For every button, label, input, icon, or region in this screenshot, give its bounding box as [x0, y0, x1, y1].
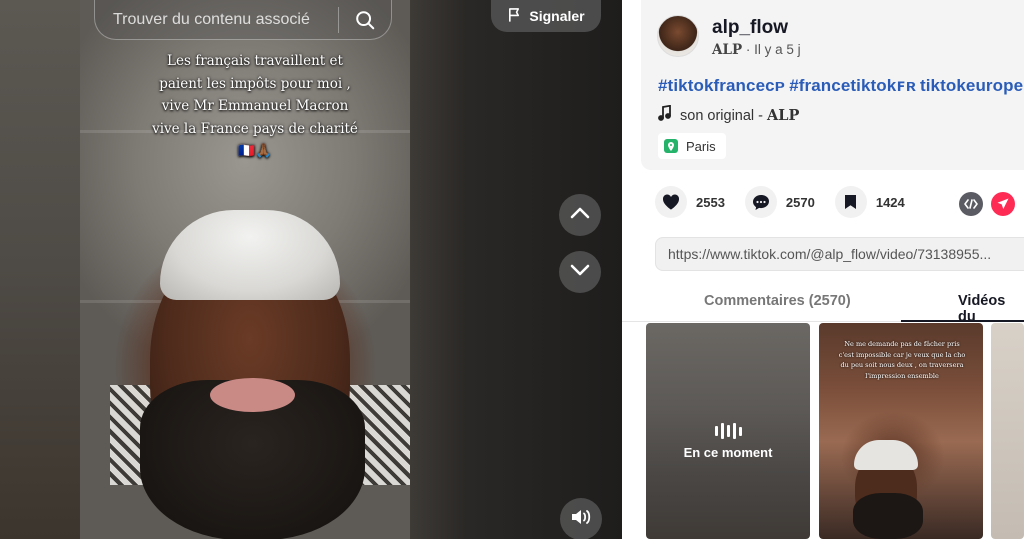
comment-button[interactable]: 2570: [744, 186, 815, 218]
report-button[interactable]: Signaler: [491, 0, 601, 32]
now-playing-overlay: En ce moment: [646, 423, 810, 460]
bookmark-icon: [834, 186, 867, 218]
chevron-down-icon: [570, 263, 590, 281]
active-tab-indicator: [901, 320, 1024, 322]
video-background-blur: [0, 0, 80, 539]
embed-icon[interactable]: [959, 192, 983, 216]
search-input[interactable]: Trouver du contenu associé: [95, 11, 338, 29]
next-video-button[interactable]: [559, 251, 601, 293]
thumbnail-beard: [853, 493, 923, 539]
action-bar: 2553 2570 1424: [655, 186, 925, 218]
like-button[interactable]: 2553: [655, 186, 725, 218]
comment-count: 2570: [785, 194, 815, 210]
music-note-icon: [658, 104, 672, 125]
location-name: Paris: [686, 138, 716, 154]
thumbnail-cap: [854, 440, 918, 470]
volume-button[interactable]: [560, 498, 602, 539]
thumbnail-caption: Ne me demande pas de fâcher pris c'est i…: [838, 340, 966, 380]
author-meta: ALP · Il y a 5 j: [712, 42, 801, 58]
video-hashtags: #tiktokfranceᴄᴘ #francetiktokꜰʀ tiktokeuro…: [658, 76, 1024, 96]
author-username[interactable]: alp_flow: [712, 17, 788, 39]
music-link[interactable]: son original - ALP: [658, 104, 800, 125]
hashtag-link[interactable]: #tiktokfranceᴄᴘ: [658, 76, 785, 95]
meta-separator: ·: [745, 42, 751, 57]
video-caption: Les français travaillent et paient les i…: [152, 53, 358, 159]
video-info-card: alp_flow ALP · Il y a 5 j #tiktokfranceᴄ…: [641, 0, 1024, 170]
music-artist: ALP: [767, 106, 800, 124]
related-video-thumbnail[interactable]: En ce moment: [646, 323, 810, 539]
avatar[interactable]: [657, 15, 699, 57]
related-video-thumbnail[interactable]: [991, 323, 1024, 539]
video-player[interactable]: Les français travaillent et paient les i…: [0, 0, 622, 539]
video-lips: [210, 378, 295, 412]
hashtag-link[interactable]: tiktokeurope: [920, 76, 1023, 95]
panel-tabs: Commentaires (2570) Vidéos du: [622, 282, 1024, 325]
author-nickname[interactable]: ALP: [712, 42, 742, 58]
location-chip[interactable]: Paris: [658, 133, 726, 159]
related-search-box[interactable]: Trouver du contenu associé: [94, 0, 392, 40]
video-details-panel: alp_flow ALP · Il y a 5 j #tiktokfranceᴄ…: [622, 0, 1024, 539]
send-icon[interactable]: [991, 192, 1015, 216]
hashtag-link[interactable]: #francetiktokꜰʀ: [789, 76, 916, 95]
favorite-count: 1424: [875, 194, 905, 210]
speaker-icon: [570, 508, 592, 531]
location-pin-icon: [664, 139, 678, 153]
equalizer-icon: [646, 423, 810, 439]
previous-video-button[interactable]: [559, 194, 601, 236]
search-icon[interactable]: [339, 9, 391, 31]
favorite-button[interactable]: 1424: [834, 186, 905, 218]
share-url-field[interactable]: https://www.tiktok.com/@alp_flow/video/7…: [655, 237, 1024, 271]
heart-icon: [655, 186, 687, 218]
tab-comments[interactable]: Commentaires (2570): [704, 293, 851, 309]
now-playing-label: En ce moment: [683, 445, 773, 460]
flag-icon: [507, 7, 522, 26]
related-video-thumbnail[interactable]: Ne me demande pas de fâcher pris c'est i…: [819, 323, 983, 539]
music-title: son original -: [680, 107, 768, 124]
chevron-up-icon: [570, 206, 590, 224]
comment-icon: [744, 186, 777, 218]
report-label: Signaler: [529, 8, 585, 24]
like-count: 2553: [696, 194, 725, 210]
post-time: Il y a 5 j: [754, 42, 801, 57]
